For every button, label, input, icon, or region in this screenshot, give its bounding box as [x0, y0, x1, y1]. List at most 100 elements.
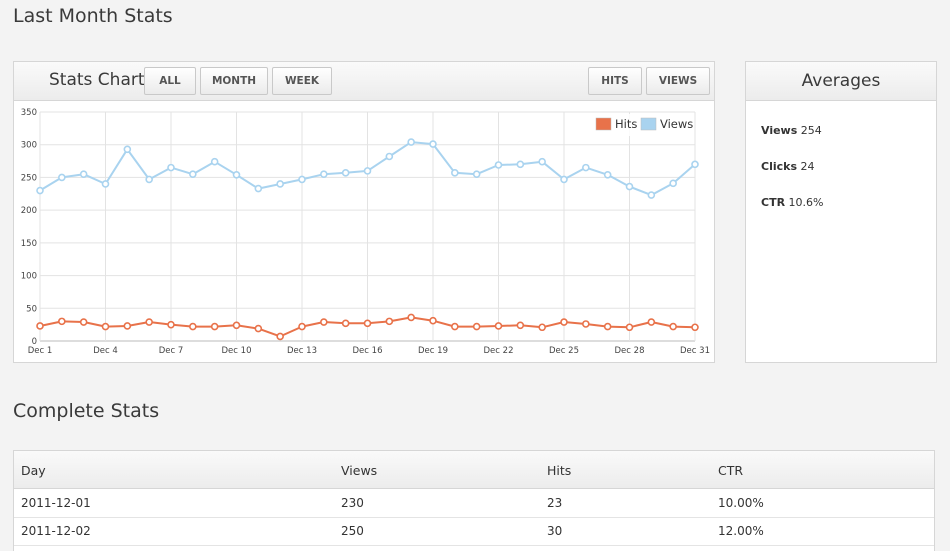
avg-views-value: 254	[800, 124, 822, 137]
views-point	[145, 175, 153, 184]
hits-point	[58, 317, 66, 326]
complete-stats-title: Complete Stats	[13, 400, 160, 422]
table-row: 2011-12-02 250 30 12.00%	[14, 517, 934, 546]
hits-point	[407, 313, 415, 322]
th-ctr[interactable]: CTR	[718, 463, 743, 478]
hits-point	[582, 320, 590, 328]
complete-stats-table: Day Views Hits CTR 2011-12-01 230 23 10.…	[13, 450, 935, 551]
views-point	[167, 163, 175, 172]
hits-point	[472, 322, 481, 331]
cell-views: 230	[341, 496, 364, 510]
week-button[interactable]: WEEK	[272, 67, 332, 95]
stats-line-chart: 050100150200250300350Dec 1 Dec 4 Dec 7 Dec …	[21, 108, 710, 356]
x-tick-label: Dec 19	[418, 346, 448, 356]
legend-label-hits: Hits	[615, 117, 637, 131]
x-tick-label: Dec 10	[222, 346, 252, 356]
views-point	[669, 179, 677, 188]
avg-clicks: Clicks 24	[761, 160, 815, 173]
table-row: 2011-12-01 230 23 10.00%	[14, 489, 934, 518]
chart-title: Stats Chart	[49, 70, 145, 90]
cell-ctr: 12.00%	[718, 524, 764, 538]
x-tick-label: Dec 7	[159, 346, 184, 356]
views-point	[101, 180, 110, 188]
views-point	[36, 186, 44, 195]
avg-clicks-value: 24	[800, 160, 815, 173]
views-point	[472, 170, 481, 178]
cell-hits: 30	[547, 524, 563, 538]
views-point	[516, 160, 525, 169]
views-point	[298, 175, 306, 184]
views-point	[123, 145, 132, 154]
hits-point	[385, 317, 394, 326]
hits-point	[363, 319, 372, 328]
views-point	[320, 170, 328, 178]
cell-day: 2011-12-01	[21, 496, 91, 510]
th-hits[interactable]: Hits	[547, 463, 571, 478]
th-views[interactable]: Views	[341, 463, 377, 478]
hits-point	[429, 316, 437, 325]
hits-point	[341, 319, 350, 328]
hits-point	[298, 322, 306, 331]
cell-views: 250	[341, 524, 364, 538]
hits-point	[123, 322, 132, 330]
hits-point	[538, 323, 546, 332]
y-tick-label: 200	[21, 206, 37, 216]
x-tick-label: Dec 28	[615, 346, 645, 356]
views-point	[363, 167, 372, 175]
x-tick-label: Dec 25	[549, 346, 579, 356]
avg-ctr-value: 10.6%	[788, 196, 824, 209]
all-button[interactable]: ALL	[144, 67, 196, 95]
averages-panel: Averages Views 254 Clicks 24 CTR 10.6%	[745, 61, 937, 363]
hits-point	[145, 318, 153, 326]
y-tick-label: 250	[21, 173, 37, 183]
stats-chart-panel: Stats Chart ALL MONTH WEEK HITS VIEWS 05…	[13, 61, 715, 363]
x-tick-label: Dec 4	[93, 346, 118, 356]
views-point	[407, 138, 415, 146]
hits-point	[232, 321, 241, 330]
views-point	[189, 170, 197, 178]
hits-point	[276, 332, 284, 341]
hits-button[interactable]: HITS	[588, 67, 642, 95]
y-tick-label: 300	[21, 141, 37, 151]
hits-point	[101, 322, 110, 331]
averages-header: Averages	[746, 62, 936, 101]
hits-point	[494, 322, 503, 330]
views-point	[232, 171, 241, 179]
x-tick-label: Dec 16	[353, 346, 383, 356]
avg-ctr: CTR 10.6%	[761, 196, 824, 209]
views-point	[210, 157, 219, 166]
avg-views-label: Views	[761, 124, 798, 137]
views-point	[276, 180, 284, 188]
y-tick-label: 150	[21, 239, 37, 249]
hits-point	[79, 318, 88, 326]
views-point	[538, 157, 546, 166]
hits-point	[647, 318, 656, 326]
hits-point	[254, 324, 263, 333]
x-tick-label: Dec 1	[28, 346, 53, 356]
hits-point	[167, 320, 175, 329]
views-point	[451, 169, 459, 177]
hits-point	[210, 322, 219, 331]
x-tick-label: Dec 31	[680, 346, 710, 356]
hits-point	[560, 318, 568, 326]
y-tick-label: 100	[21, 272, 37, 282]
hits-point	[451, 322, 459, 331]
views-point	[79, 170, 88, 178]
cell-hits: 23	[547, 496, 563, 510]
views-point	[341, 169, 350, 177]
hits-point	[36, 322, 44, 330]
views-point	[647, 191, 656, 199]
hits-point	[516, 321, 525, 330]
cell-ctr: 10.00%	[718, 496, 764, 510]
avg-ctr-label: CTR	[761, 196, 786, 209]
legend-swatch-hits	[595, 117, 612, 131]
th-day[interactable]: Day	[21, 463, 46, 478]
views-button[interactable]: VIEWS	[646, 67, 710, 95]
views-point	[625, 182, 634, 191]
month-button[interactable]: MONTH	[200, 67, 268, 95]
views-point	[58, 173, 66, 182]
views-point	[691, 160, 699, 169]
x-tick-label: Dec 13	[287, 346, 317, 356]
avg-clicks-label: Clicks	[761, 160, 797, 173]
hits-point	[625, 323, 634, 332]
